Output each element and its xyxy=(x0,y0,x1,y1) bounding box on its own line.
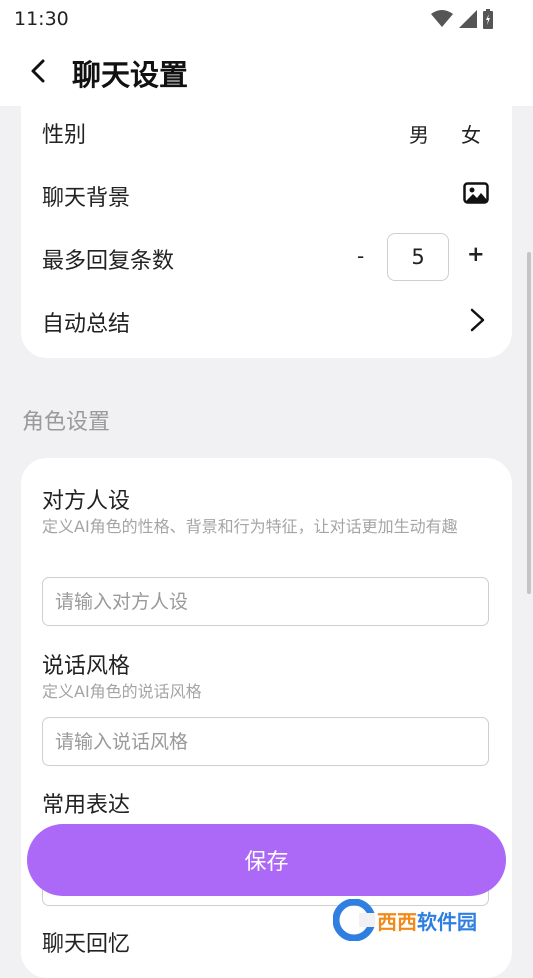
chat-settings-card: 性别 男 女 聊天背景 最多回复条数 - 5 + 自动总结 xyxy=(21,96,512,358)
gender-option-male[interactable]: 男 xyxy=(409,119,429,148)
gender-option-female[interactable]: 女 xyxy=(461,119,481,148)
speaking-style-input[interactable] xyxy=(42,717,489,766)
watermark-c-icon xyxy=(333,899,375,941)
auto-summary-label: 自动总结 xyxy=(42,312,131,337)
chevron-right-icon xyxy=(470,308,485,332)
increment-button[interactable]: + xyxy=(467,242,485,266)
gender-label: 性别 xyxy=(42,123,87,148)
save-button[interactable]: 保存 xyxy=(27,824,506,896)
max-replies-label: 最多回复条数 xyxy=(42,249,175,274)
max-replies-value[interactable]: 5 xyxy=(387,233,449,281)
persona-label: 对方人设 xyxy=(42,489,131,514)
image-icon xyxy=(463,182,489,204)
battery-icon xyxy=(483,9,493,29)
watermark-logo: 西西软件园 xyxy=(333,899,515,941)
back-button[interactable] xyxy=(24,56,54,86)
wifi-icon xyxy=(431,10,453,27)
status-icons xyxy=(431,9,493,29)
chevron-left-icon xyxy=(31,59,45,83)
watermark-text-xixi: 西西 xyxy=(377,909,417,934)
status-time: 11:30 xyxy=(14,8,69,30)
role-settings-heading: 角色设置 xyxy=(22,410,111,435)
chat-memory-label: 聊天回忆 xyxy=(42,932,131,957)
watermark-text-rest: 软件园 xyxy=(417,909,477,934)
scrollbar[interactable] xyxy=(527,252,531,594)
status-bar: 11:30 xyxy=(0,0,533,36)
chat-background-label: 聊天背景 xyxy=(42,186,131,211)
signal-icon xyxy=(459,10,477,28)
auto-summary-button[interactable] xyxy=(467,307,487,337)
persona-description: 定义AI角色的性格、背景和行为特征，让对话更加生动有趣 xyxy=(42,517,458,536)
chat-background-picker[interactable] xyxy=(463,182,489,208)
page-title: 聊天设置 xyxy=(72,58,189,92)
persona-input[interactable] xyxy=(42,577,489,626)
decrement-button[interactable]: - xyxy=(357,244,364,268)
speaking-style-label: 说话风格 xyxy=(42,654,131,679)
speaking-style-description: 定义AI角色的说话风格 xyxy=(42,682,202,701)
common-expressions-label: 常用表达 xyxy=(42,793,131,818)
